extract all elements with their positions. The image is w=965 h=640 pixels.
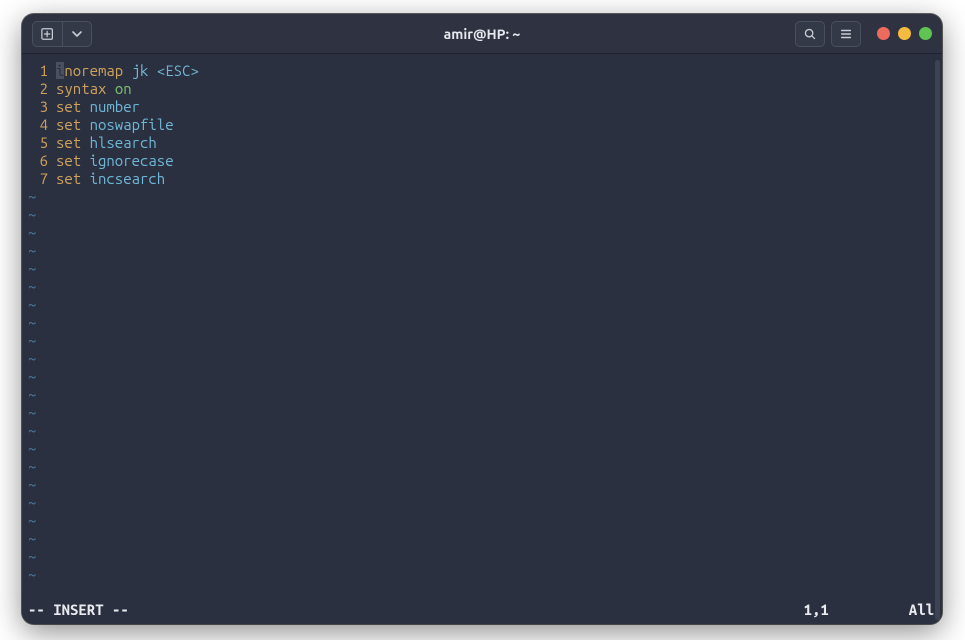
token [81,152,89,169]
code-line: 4set noswapfile [28,116,928,134]
new-tab-icon [41,27,55,41]
search-button[interactable] [795,21,825,47]
token: syntax [56,80,106,97]
token [81,134,89,151]
empty-line-tilde: ~ [28,458,928,476]
empty-line-tilde: ~ [28,332,928,350]
empty-line-tilde: ~ [28,206,928,224]
empty-line-tilde: ~ [28,548,928,566]
window-maximize-button[interactable] [919,27,932,40]
empty-line-tilde: ~ [28,476,928,494]
empty-line-tilde: ~ [28,188,928,206]
token: noremap [64,62,123,79]
menu-button[interactable] [831,21,861,47]
vim-mode: -- INSERT -- [28,601,129,618]
search-icon [803,27,817,41]
scrollbar[interactable] [935,60,940,620]
line-content: syntax on [56,80,132,98]
terminal-window: amir@HP: ~ 1inoremap jk <ESC>2syntax on3 [22,14,942,624]
line-content: set number [56,98,140,116]
terminal-body[interactable]: 1inoremap jk <ESC>2syntax on3set number4… [22,54,942,624]
line-number: 7 [28,170,56,188]
token [81,98,89,115]
line-number: 6 [28,152,56,170]
line-number: 5 [28,134,56,152]
empty-line-tilde: ~ [28,314,928,332]
empty-line-tilde: ~ [28,494,928,512]
token [106,80,114,97]
chevron-down-icon [72,29,82,39]
empty-line-tilde: ~ [28,278,928,296]
token [123,62,131,79]
window-controls [877,27,932,40]
code-line: 3set number [28,98,928,116]
token: set [56,170,81,187]
code-line: 5set hlsearch [28,134,928,152]
new-tab-dropdown-button[interactable] [62,21,92,47]
empty-line-tilde: ~ [28,242,928,260]
token: jk [132,62,149,79]
vim-statusbar: -- INSERT -- 1,1 All [28,601,934,618]
line-number: 2 [28,80,56,98]
editor-viewport[interactable]: 1inoremap jk <ESC>2syntax on3set number4… [22,54,934,624]
empty-line-tilde: ~ [28,440,928,458]
token: hlsearch [90,134,157,151]
token: number [90,98,140,115]
titlebar: amir@HP: ~ [22,14,942,54]
token [81,170,89,187]
code-line: 2syntax on [28,80,928,98]
line-number: 1 [28,62,56,80]
new-tab-button[interactable] [32,21,62,47]
empty-line-tilde: ~ [28,566,928,584]
token: set [56,98,81,115]
token: set [56,116,81,133]
titlebar-left-group [32,21,92,47]
line-number: 3 [28,98,56,116]
line-content: inoremap jk <ESC> [56,62,199,80]
token: <ESC> [157,62,199,79]
token [81,116,89,133]
vim-scroll-scope: All [909,601,934,618]
empty-line-tilde: ~ [28,512,928,530]
empty-line-tilde: ~ [28,404,928,422]
empty-line-tilde: ~ [28,350,928,368]
hamburger-icon [839,27,853,41]
token: set [56,134,81,151]
code-line: 6set ignorecase [28,152,928,170]
empty-line-tilde: ~ [28,260,928,278]
empty-line-tilde: ~ [28,296,928,314]
window-minimize-button[interactable] [898,27,911,40]
line-number: 4 [28,116,56,134]
code-line: 1inoremap jk <ESC> [28,62,928,80]
status-spacer [129,601,804,618]
token: on [115,80,132,97]
line-content: set noswapfile [56,116,174,134]
empty-line-tilde: ~ [28,368,928,386]
empty-line-tilde: ~ [28,530,928,548]
empty-line-tilde: ~ [28,422,928,440]
code-line: 7set incsearch [28,170,928,188]
token: incsearch [90,170,166,187]
vim-cursor-position: 1,1 [804,601,909,618]
line-content: set ignorecase [56,152,174,170]
empty-line-tilde: ~ [28,224,928,242]
titlebar-right-group [795,21,932,47]
token: noswapfile [90,116,174,133]
token: set [56,152,81,169]
empty-line-tilde: ~ [28,386,928,404]
token: ignorecase [90,152,174,169]
window-close-button[interactable] [877,27,890,40]
line-content: set incsearch [56,170,165,188]
token [148,62,156,79]
line-content: set hlsearch [56,134,157,152]
